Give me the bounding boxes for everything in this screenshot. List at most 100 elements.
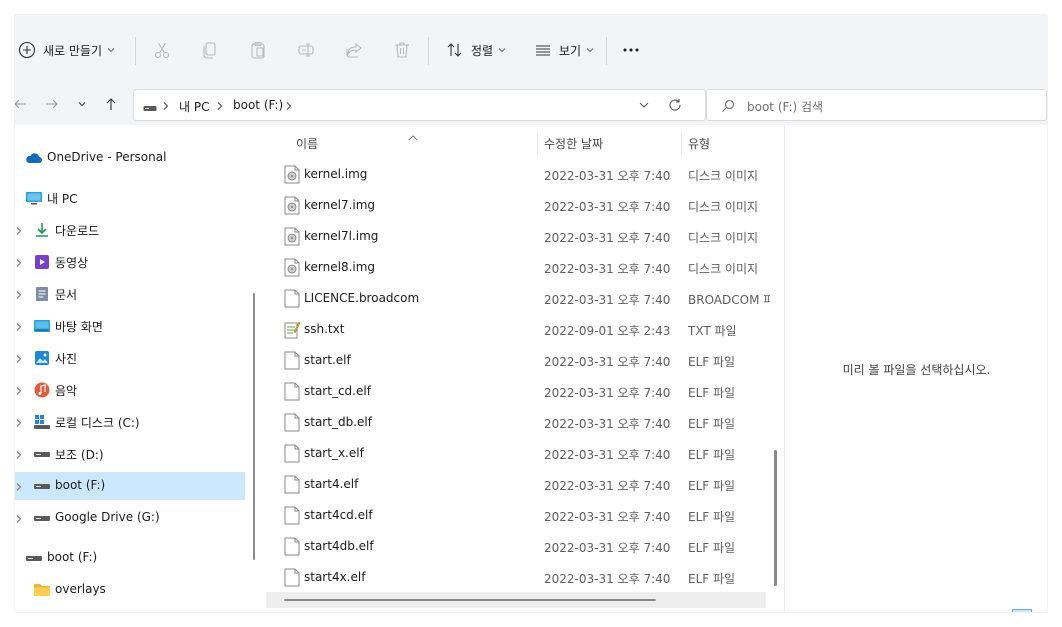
share-button[interactable] xyxy=(344,35,364,65)
file-list-horizontal-scrollbar[interactable] xyxy=(284,599,656,601)
chevron-right-icon[interactable] xyxy=(15,321,23,331)
file-row[interactable]: start4x.elf 2022-03-31 오후 7:40 ELF 파일 xyxy=(265,562,770,593)
sort-button[interactable]: 정렬 xyxy=(445,35,506,65)
file-type: ELF 파일 xyxy=(688,510,736,524)
chevron-right-icon[interactable] xyxy=(15,449,23,459)
view-button[interactable]: 보기 xyxy=(533,35,594,65)
navigation-bar: 내 PC boot (F:) boot (F:) 검색 xyxy=(15,85,1047,125)
file-type: 디스크 이미지 xyxy=(688,231,759,245)
cloud-icon xyxy=(25,149,43,167)
sidebar-item-local-disk-c[interactable]: 로컬 디스크 (C:) xyxy=(15,408,245,436)
toolbar-divider xyxy=(135,37,136,65)
arrow-up-icon xyxy=(104,97,118,114)
refresh-icon[interactable] xyxy=(668,98,682,115)
delete-button[interactable] xyxy=(392,35,412,65)
clipboard-icon xyxy=(248,40,268,60)
sidebar-item-documents[interactable]: 문서 xyxy=(15,280,245,308)
preview-pane: 미리 볼 파일을 선택하십시오. xyxy=(784,125,1047,612)
chevron-right-icon[interactable] xyxy=(15,417,23,427)
column-header-date[interactable]: 수정한 날짜 xyxy=(544,135,603,152)
file-list: 이름 수정한 날짜 유형 kernel.img 2022-03-31 오후 7:4… xyxy=(265,125,784,612)
more-options-button[interactable] xyxy=(621,35,641,65)
search-box[interactable]: boot (F:) 검색 xyxy=(706,89,1047,121)
address-bar[interactable]: 내 PC boot (F:) xyxy=(133,89,706,121)
file-row[interactable]: kernel8.img 2022-03-31 오후 7:40 디스크 이미지 xyxy=(265,252,770,283)
sidebar-item-downloads[interactable]: 다운로드 xyxy=(15,216,245,244)
sidebar-scrollbar[interactable] xyxy=(253,293,255,560)
sidebar-item-boot-drive-root[interactable]: boot (F:) xyxy=(15,544,245,572)
file-list-horizontal-scroll-track[interactable] xyxy=(266,592,766,608)
cut-button[interactable] xyxy=(152,35,172,65)
file-row[interactable]: start_cd.elf 2022-03-31 오후 7:40 ELF 파일 xyxy=(265,376,770,407)
back-button[interactable] xyxy=(15,95,31,115)
file-row[interactable]: kernel7l.img 2022-03-31 오후 7:40 디스크 이미지 xyxy=(265,221,770,252)
file-name: kernel.img xyxy=(304,167,368,181)
file-modified-date: 2022-03-31 오후 7:40 xyxy=(544,355,671,369)
breadcrumb-this-pc[interactable]: 내 PC xyxy=(179,98,209,115)
disk-image-icon xyxy=(284,227,300,246)
file-modified-date: 2022-09-01 오후 2:43 xyxy=(544,324,671,338)
monitor-icon xyxy=(25,189,43,207)
search-icon xyxy=(721,99,735,116)
sidebar-item-desktop[interactable]: 바탕 화면 xyxy=(15,312,245,340)
chevron-right-icon[interactable] xyxy=(15,289,23,299)
sidebar-item-boot-drive[interactable]: boot (F:) xyxy=(15,472,245,500)
file-icon xyxy=(284,537,300,556)
file-row[interactable]: LICENCE.broadcom 2022-03-31 오후 7:40 BROADC… xyxy=(265,283,770,314)
sidebar-item-label: boot (F:) xyxy=(55,478,106,492)
file-type: 디스크 이미지 xyxy=(688,169,759,183)
chevron-right-icon[interactable] xyxy=(15,513,23,523)
column-divider[interactable] xyxy=(537,134,538,154)
paste-button[interactable] xyxy=(248,35,268,65)
file-row[interactable]: start_db.elf 2022-03-31 오후 7:40 ELF 파일 xyxy=(265,407,770,438)
recent-locations-button[interactable] xyxy=(71,95,93,115)
address-history-button[interactable] xyxy=(638,99,650,114)
file-row[interactable]: start.elf 2022-03-31 오후 7:40 ELF 파일 xyxy=(265,345,770,376)
up-button[interactable] xyxy=(100,95,122,115)
sidebar-item-pictures[interactable]: 사진 xyxy=(15,344,245,372)
file-modified-date: 2022-03-31 오후 7:40 xyxy=(544,293,671,307)
sidebar-item-label: boot (F:) xyxy=(47,550,98,564)
file-row[interactable]: start4.elf 2022-03-31 오후 7:40 ELF 파일 xyxy=(265,469,770,500)
sidebar-item-drive-d[interactable]: 보조 (D:) xyxy=(15,440,245,468)
file-name: kernel8.img xyxy=(304,260,376,274)
chevron-right-icon[interactable] xyxy=(15,225,23,235)
sidebar-item-google-drive[interactable]: Google Drive (G:) xyxy=(15,504,245,532)
chevron-right-icon[interactable] xyxy=(15,481,23,491)
file-modified-date: 2022-03-31 오후 7:40 xyxy=(544,386,671,400)
rename-icon xyxy=(296,40,316,60)
new-button[interactable]: 새로 만들기 xyxy=(17,35,115,65)
file-row[interactable]: kernel.img 2022-03-31 오후 7:40 디스크 이미지 xyxy=(265,159,770,190)
column-header-name[interactable]: 이름 xyxy=(296,135,318,152)
forward-button[interactable] xyxy=(41,95,63,115)
sidebar-item-label: 사진 xyxy=(55,352,78,366)
chevron-right-icon[interactable] xyxy=(15,257,23,267)
rename-button[interactable] xyxy=(296,35,316,65)
file-list-vertical-scrollbar[interactable] xyxy=(774,450,777,586)
sidebar-item-music[interactable]: 음악 xyxy=(15,376,245,404)
file-type: 디스크 이미지 xyxy=(688,262,759,276)
file-row[interactable]: start_x.elf 2022-03-31 오후 7:40 ELF 파일 xyxy=(265,438,770,469)
file-row[interactable]: ssh.txt 2022-09-01 오후 2:43 TXT 파일 xyxy=(265,314,770,345)
sidebar-item-onedrive[interactable]: OneDrive - Personal xyxy=(15,144,245,172)
file-row[interactable]: kernel7.img 2022-03-31 오후 7:40 디스크 이미지 xyxy=(265,190,770,221)
plus-circle-icon xyxy=(17,40,37,60)
sidebar-item-label: Google Drive (G:) xyxy=(55,510,160,524)
text-file-icon xyxy=(284,320,301,339)
breadcrumb-boot-drive[interactable]: boot (F:) xyxy=(233,98,283,112)
sidebar-item-this-pc[interactable]: 내 PC xyxy=(15,184,245,212)
column-header-type[interactable]: 유형 xyxy=(688,135,710,152)
file-row[interactable]: start4cd.elf 2022-03-31 오후 7:40 ELF 파일 xyxy=(265,500,770,531)
copy-button[interactable] xyxy=(200,35,220,65)
file-name: kernel7l.img xyxy=(304,229,379,243)
sidebar-item-videos[interactable]: 동영상 xyxy=(15,248,245,276)
file-modified-date: 2022-03-31 오후 7:40 xyxy=(544,169,671,183)
file-name: start4x.elf xyxy=(304,570,366,584)
sidebar-item-overlays[interactable]: overlays xyxy=(15,576,245,604)
details-view-toggle[interactable] xyxy=(1012,609,1032,612)
file-row[interactable]: start4db.elf 2022-03-31 오후 7:40 ELF 파일 xyxy=(265,531,770,562)
chevron-right-icon[interactable] xyxy=(15,353,23,363)
disk-image-icon xyxy=(284,196,300,215)
chevron-right-icon[interactable] xyxy=(15,385,23,395)
column-divider[interactable] xyxy=(681,134,682,154)
